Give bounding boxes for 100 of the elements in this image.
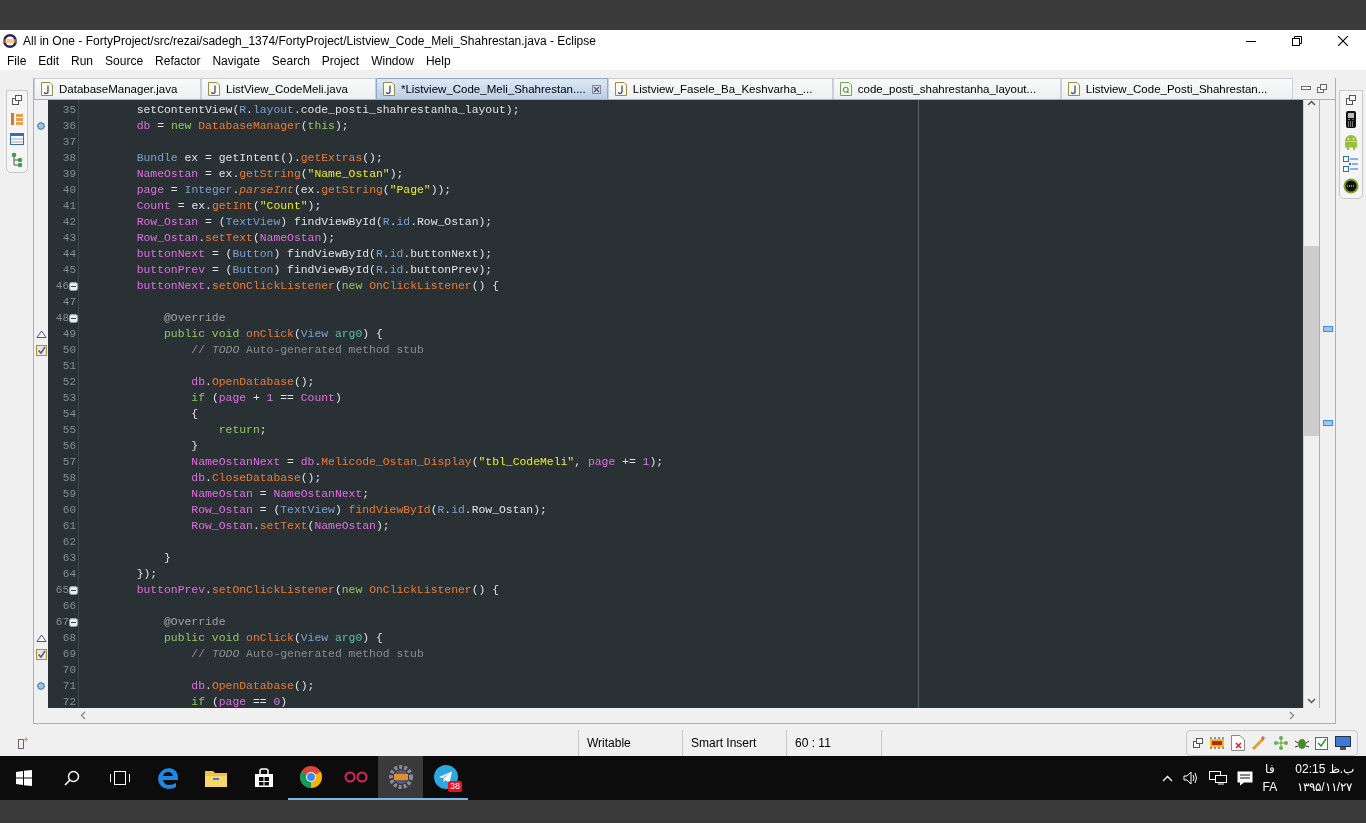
code-line: return;	[217, 423, 267, 438]
hierarchy-icon[interactable]	[9, 112, 24, 126]
scrollbar-thumb[interactable]	[1304, 246, 1319, 436]
scroll-up-icon[interactable]	[1307, 100, 1316, 106]
menu-item[interactable]: Run	[65, 54, 100, 68]
store-icon[interactable]	[254, 768, 274, 788]
menu-item[interactable]: Window	[365, 54, 420, 68]
menu-item[interactable]: Refactor	[149, 54, 207, 68]
device-icon[interactable]	[1343, 178, 1359, 194]
menu-item[interactable]: Navigate	[206, 54, 266, 68]
tree-icon[interactable]	[10, 152, 23, 168]
round-logo-icon[interactable]	[299, 766, 322, 788]
nodes-icon[interactable]	[1273, 736, 1289, 750]
code-line: buttonNext = (Button) findViewById(R.id.buttonNext);	[135, 247, 493, 262]
search-icon[interactable]	[64, 770, 80, 786]
line-number: 47	[61, 295, 77, 310]
line-number: 63	[61, 551, 77, 566]
code-line: setContentView(R.layout.code_posti_shahrestanha_layout);	[135, 103, 520, 118]
file-j-icon	[208, 82, 220, 96]
code-line: db.OpenDatabase();	[190, 679, 315, 694]
line-number: 51	[61, 359, 77, 374]
line-number: 64	[61, 567, 77, 582]
scroll-right-icon[interactable]	[1289, 711, 1295, 720]
collapse-icon[interactable]	[69, 313, 78, 323]
editor-tab[interactable]: code_posti_shahrestanha_layout...	[832, 78, 1061, 99]
file-j-icon	[383, 82, 395, 96]
file-j-icon	[1067, 82, 1080, 96]
restore-icon[interactable]	[1346, 95, 1356, 105]
line-number: 55	[61, 423, 77, 438]
restore-icon[interactable]	[11, 95, 22, 105]
collapse-icon[interactable]	[69, 617, 78, 627]
code-line: Row_Ostan.setText(NameOstan);	[190, 519, 390, 534]
line-number: 60	[61, 503, 77, 518]
editor-tab[interactable]: ListView_CodeMeli.java	[201, 78, 376, 99]
monitor-icon[interactable]	[1335, 736, 1351, 750]
scroll-down-icon[interactable]	[1307, 698, 1316, 704]
editor-tab[interactable]: *Listview_Code_Meli_Shahrestan....	[376, 78, 608, 99]
line-number: 53	[61, 391, 77, 406]
status-field: Writable	[587, 736, 631, 750]
line-number: 67	[55, 615, 69, 630]
editor-tab[interactable]: Listview_Fasele_Ba_Keshvarha_...	[607, 78, 833, 99]
line-number: 44	[61, 247, 77, 262]
restore-icon[interactable]	[1193, 738, 1203, 748]
line-number: 56	[61, 439, 77, 454]
code-line: NameOstan = ex.getString("Name_Ostan");	[135, 167, 404, 182]
maximize-icon[interactable]	[1292, 36, 1302, 46]
close-icon[interactable]	[1338, 36, 1348, 46]
code-line: NameOstanNext = db.Melicode_Ostan_Display("tbl_CodeMeli", page += 1);	[190, 455, 664, 470]
collapse-icon[interactable]	[69, 585, 78, 595]
notification-badge: 38	[448, 781, 462, 792]
code-line: public void onClick(View arg0) {	[163, 327, 383, 342]
menu-item[interactable]: Source	[99, 54, 150, 68]
gear-icon[interactable]	[388, 765, 413, 789]
network-icon[interactable]	[1208, 771, 1227, 785]
code-line: });	[135, 567, 158, 582]
language-indicator[interactable]: FA	[1262, 778, 1278, 796]
collapse-icon[interactable]	[69, 281, 78, 291]
line-number: 65	[55, 583, 69, 598]
checklist-icon[interactable]	[1315, 736, 1329, 750]
language-indicator[interactable]: فا	[1264, 760, 1275, 778]
chip-icon[interactable]	[1209, 737, 1225, 749]
document-error-icon[interactable]	[1231, 735, 1245, 751]
file-j-icon	[614, 82, 627, 96]
editor-tab[interactable]: DatabaseManager.java	[34, 78, 201, 99]
line-number: 38	[61, 151, 77, 166]
browser-icon[interactable]	[157, 767, 179, 789]
bug-icon[interactable]	[1295, 736, 1309, 750]
menu-item[interactable]: Edit	[32, 54, 66, 68]
rings-icon[interactable]	[343, 771, 368, 783]
notification-icon[interactable]	[1236, 770, 1253, 786]
scroll-left-icon[interactable]	[80, 711, 86, 720]
trim-icon[interactable]	[18, 737, 28, 749]
table-icon[interactable]	[9, 133, 24, 145]
clock-date[interactable]: ۱۳۹۵/۱۱/۲۷	[1297, 778, 1352, 796]
caret-up-icon[interactable]	[1161, 774, 1173, 782]
code-line: page = Integer.parseInt(ex.getString("Page"));	[135, 183, 452, 198]
menu-item[interactable]: File	[1, 54, 33, 68]
code-line: buttonPrev.setOnClickListener(new OnClickListener() {	[135, 583, 499, 598]
code-line: db = new DatabaseManager(this);	[135, 119, 349, 134]
breakpoint-icon	[37, 682, 45, 690]
line-number: 35	[61, 103, 77, 118]
speaker-icon[interactable]	[1182, 771, 1199, 785]
menu-item[interactable]: Project	[315, 54, 366, 68]
file-layout-icon	[839, 82, 852, 96]
clock-time[interactable]: 02:15 ب.ظ	[1295, 760, 1354, 778]
code-line: @Override	[163, 311, 226, 326]
code-line: Bundle ex = getIntent().getExtras();	[135, 151, 383, 166]
menu-item[interactable]: Help	[419, 54, 457, 68]
list-icon[interactable]	[1343, 156, 1359, 172]
folder-icon[interactable]	[205, 769, 227, 787]
paper-plane-icon[interactable]	[433, 765, 458, 789]
line-number: 45	[61, 263, 77, 278]
editor-tab[interactable]: Listview_Code_Posti_Shahrestan...	[1060, 78, 1293, 99]
phone-icon[interactable]	[1346, 111, 1356, 128]
line-number: 68	[61, 631, 77, 646]
line-number: 70	[61, 663, 77, 678]
windows-logo-icon[interactable]	[16, 770, 32, 786]
task-view-icon[interactable]	[110, 771, 130, 785]
menu-item[interactable]: Search	[265, 54, 316, 68]
line-number: 37	[61, 135, 77, 150]
